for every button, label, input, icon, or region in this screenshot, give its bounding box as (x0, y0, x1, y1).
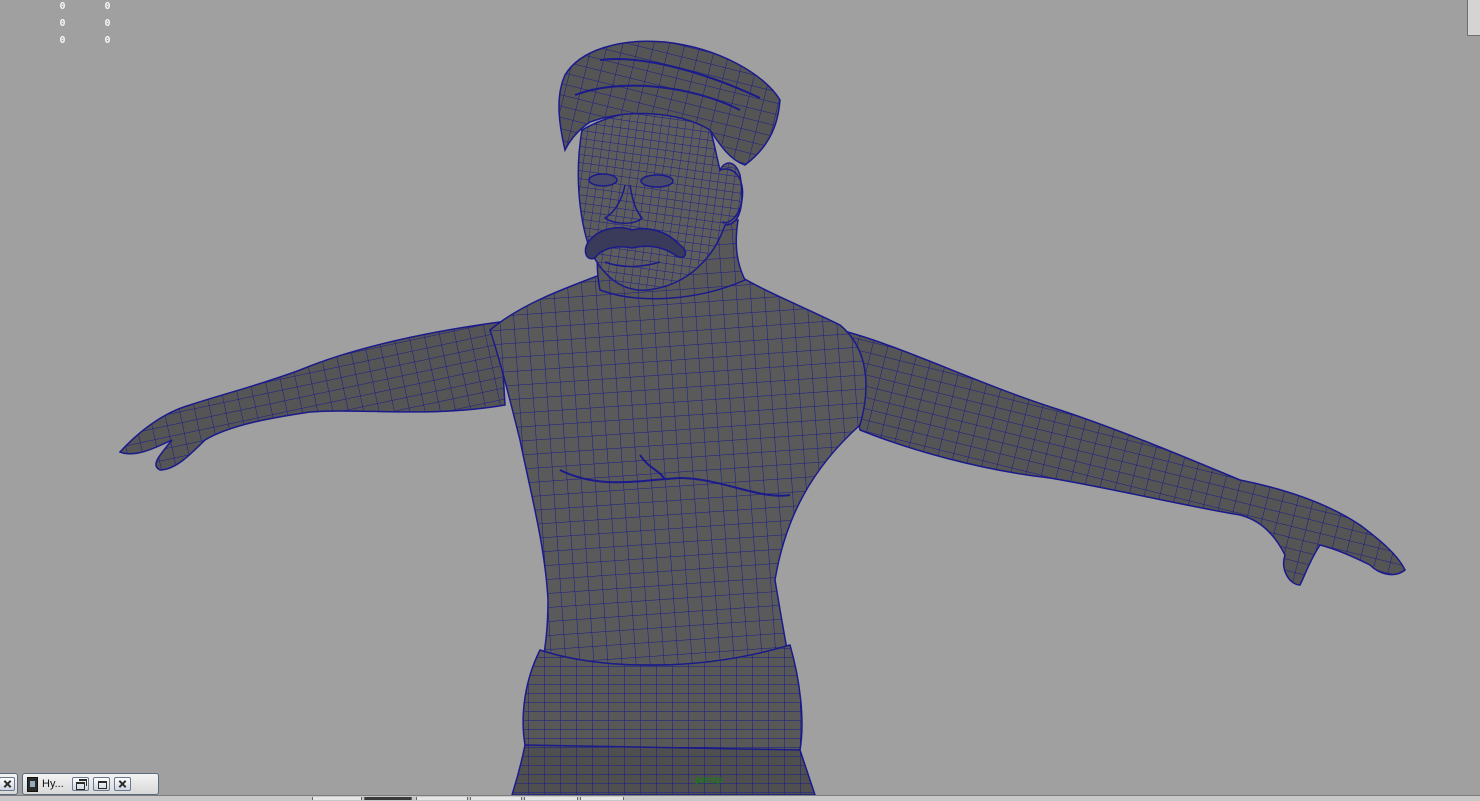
character-wireframe-mesh (118, 40, 1406, 795)
window-title: Hy... (42, 778, 64, 790)
minimized-window[interactable]: Hy... (22, 773, 159, 795)
torso-mesh (489, 269, 867, 666)
minimized-window-stub[interactable] (0, 773, 18, 795)
hud-value: 0 (104, 18, 111, 29)
restore-icon[interactable] (71, 777, 89, 791)
camera-name-label: persp (695, 775, 723, 786)
perspective-viewport[interactable]: 0 0 0 0 0 0 persp (0, 0, 1480, 795)
hud-value: 0 (104, 1, 111, 12)
hud-value: 0 (59, 35, 66, 46)
close-icon[interactable] (0, 777, 15, 791)
maximize-icon[interactable] (92, 777, 110, 791)
hud-value: 0 (59, 18, 66, 29)
hud-value: 0 (104, 35, 111, 46)
right-arm-mesh (839, 328, 1406, 586)
view-cube-widget[interactable] (1467, 0, 1480, 36)
maya-app-icon (27, 776, 38, 792)
poly-count-hud: 0 0 0 0 0 0 (40, 0, 130, 51)
hud-value: 0 (59, 1, 66, 12)
close-icon[interactable] (113, 777, 131, 791)
left-arm-mesh (118, 321, 506, 471)
waist-cloth-mesh (511, 644, 816, 795)
status-strip (0, 795, 1480, 801)
